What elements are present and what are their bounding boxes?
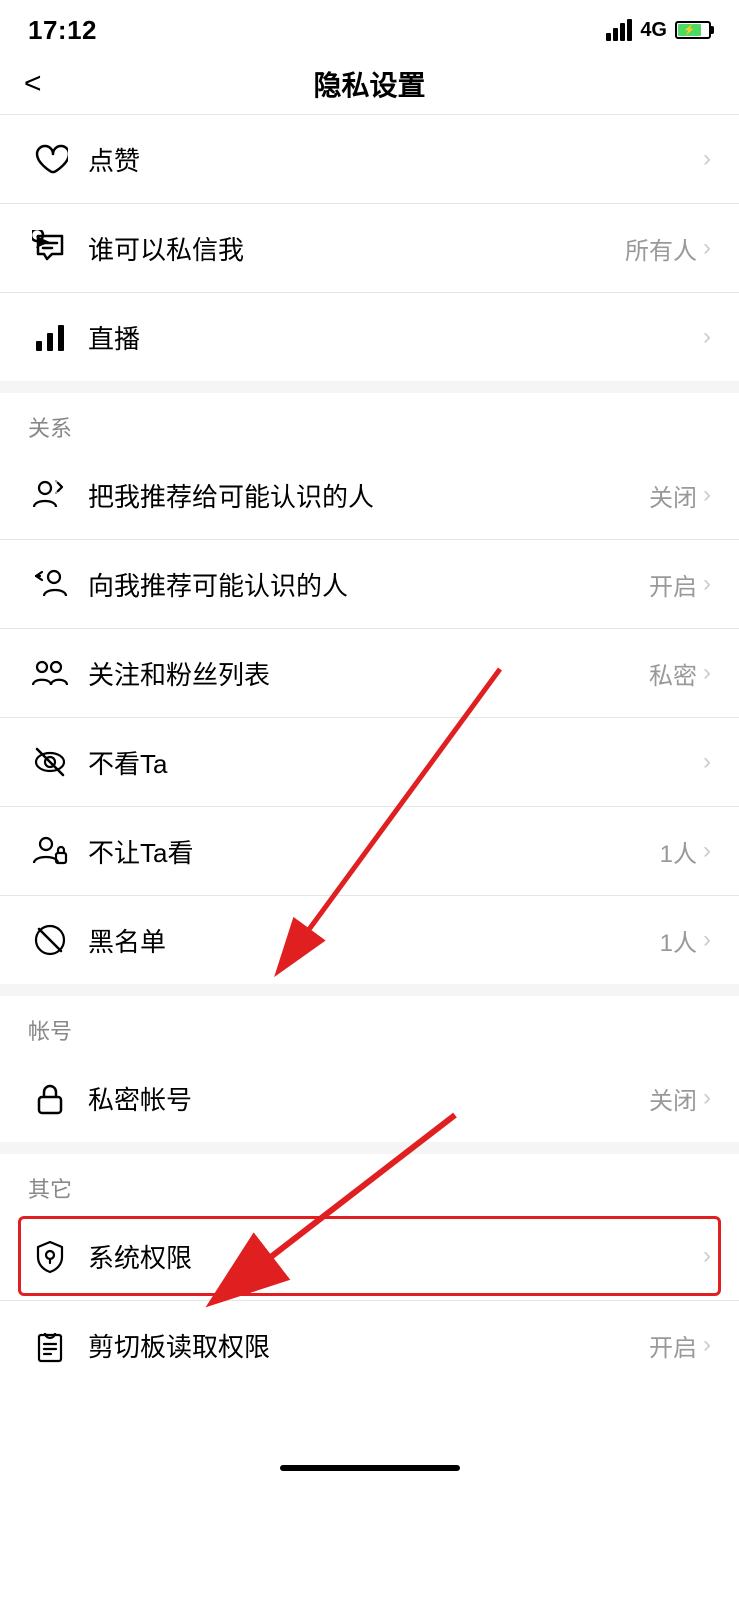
no-let-see-right: 1人 › xyxy=(660,834,711,869)
blacklist-label: 黑名单 xyxy=(88,922,660,959)
network-label: 4G xyxy=(640,19,667,42)
live-label: 直播 xyxy=(88,319,703,356)
list-item-live[interactable]: 直播 › xyxy=(0,293,739,381)
private-account-right: 关闭 › xyxy=(649,1081,711,1116)
list-item-recommend-me[interactable]: 把我推荐给可能认识的人 关闭 › xyxy=(0,451,739,539)
private-message-label: 谁可以私信我 xyxy=(88,230,625,267)
clipboard-chevron: › xyxy=(703,1331,711,1359)
clipboard-right: 开启 › xyxy=(649,1328,711,1363)
list-item-likes[interactable]: 点赞 › xyxy=(0,115,739,203)
clipboard-label: 剪切板读取权限 xyxy=(88,1327,649,1364)
status-bar: 17:12 4G ⚡ xyxy=(0,0,739,54)
recommend-others-right: 开启 › xyxy=(649,567,711,602)
no-let-see-value: 1人 xyxy=(660,834,697,869)
likes-chevron: › xyxy=(703,145,711,173)
heart-icon xyxy=(28,137,72,181)
likes-label: 点赞 xyxy=(88,141,703,178)
list-item-blacklist[interactable]: 黑名单 1人 › xyxy=(0,896,739,984)
recommend-me-right: 关闭 › xyxy=(649,478,711,513)
no-let-see-icon xyxy=(28,829,72,873)
home-bar xyxy=(280,1465,460,1471)
follow-fans-icon xyxy=(28,651,72,695)
recommend-me-value: 关闭 xyxy=(649,478,697,513)
follow-fans-value: 私密 xyxy=(649,656,697,691)
private-account-value: 关闭 xyxy=(649,1081,697,1116)
system-permission-chevron: › xyxy=(703,1242,711,1270)
recommend-others-icon xyxy=(28,562,72,606)
private-message-right: 所有人 › xyxy=(625,231,711,266)
no-see-icon xyxy=(28,740,72,784)
live-icon xyxy=(28,315,72,359)
no-let-see-chevron: › xyxy=(703,837,711,865)
recommend-me-label: 把我推荐给可能认识的人 xyxy=(88,477,649,514)
system-permission-right: › xyxy=(703,1242,711,1270)
status-icons: 4G ⚡ xyxy=(606,19,711,42)
list-item-clipboard[interactable]: 剪切板读取权限 开启 › xyxy=(0,1301,739,1389)
signal-icon xyxy=(606,19,632,41)
follow-fans-label: 关注和粉丝列表 xyxy=(88,655,649,692)
follow-fans-right: 私密 › xyxy=(649,656,711,691)
section-guanxi-label: 关系 xyxy=(0,393,739,451)
no-see-label: 不看Ta xyxy=(88,744,703,781)
system-permission-wrapper: 系统权限 › xyxy=(0,1212,739,1300)
shield-icon xyxy=(28,1234,72,1278)
page-title: 隐私设置 xyxy=(313,64,425,104)
clipboard-icon xyxy=(28,1323,72,1367)
no-let-see-label: 不让Ta看 xyxy=(88,833,660,870)
section-other-label: 其它 xyxy=(0,1154,739,1212)
private-account-label: 私密帐号 xyxy=(88,1080,649,1117)
list-item-system-permission[interactable]: 系统权限 › xyxy=(0,1212,739,1300)
status-time: 17:12 xyxy=(28,15,97,46)
spacer xyxy=(0,1389,739,1449)
blacklist-value: 1人 xyxy=(660,923,697,958)
home-indicator xyxy=(0,1449,739,1481)
list-item-recommend-others[interactable]: 向我推荐可能认识的人 开启 › xyxy=(0,540,739,628)
list-item-follow-fans[interactable]: 关注和粉丝列表 私密 › xyxy=(0,629,739,717)
blacklist-chevron: › xyxy=(703,926,711,954)
page-wrapper: 17:12 4G ⚡ < 隐私设置 xyxy=(0,0,739,1481)
private-message-value: 所有人 xyxy=(625,231,697,266)
message-icon xyxy=(28,226,72,270)
battery-icon: ⚡ xyxy=(675,21,711,39)
live-right: › xyxy=(703,323,711,351)
private-message-chevron: › xyxy=(703,234,711,262)
no-see-right: › xyxy=(703,748,711,776)
list-item-private-account[interactable]: 私密帐号 关闭 › xyxy=(0,1054,739,1142)
section-divider-1 xyxy=(0,381,739,393)
clipboard-value: 开启 xyxy=(649,1328,697,1363)
list-item-no-let-see[interactable]: 不让Ta看 1人 › xyxy=(0,807,739,895)
section-account-label: 帐号 xyxy=(0,996,739,1054)
list-item-private-message[interactable]: 谁可以私信我 所有人 › xyxy=(0,204,739,292)
follow-fans-chevron: › xyxy=(703,659,711,687)
list-item-no-see[interactable]: 不看Ta › xyxy=(0,718,739,806)
likes-right: › xyxy=(703,145,711,173)
section-divider-3 xyxy=(0,1142,739,1154)
nav-bar: < 隐私设置 xyxy=(0,54,739,114)
private-account-chevron: › xyxy=(703,1084,711,1112)
recommend-others-label: 向我推荐可能认识的人 xyxy=(88,566,649,603)
no-see-chevron: › xyxy=(703,748,711,776)
lock-icon xyxy=(28,1076,72,1120)
recommend-me-icon xyxy=(28,473,72,517)
section-divider-2 xyxy=(0,984,739,996)
back-button[interactable]: < xyxy=(24,67,42,101)
live-chevron: › xyxy=(703,323,711,351)
system-permission-label: 系统权限 xyxy=(88,1238,703,1275)
blacklist-right: 1人 › xyxy=(660,923,711,958)
recommend-others-chevron: › xyxy=(703,570,711,598)
recommend-others-value: 开启 xyxy=(649,567,697,602)
recommend-me-chevron: › xyxy=(703,481,711,509)
blacklist-icon xyxy=(28,918,72,962)
